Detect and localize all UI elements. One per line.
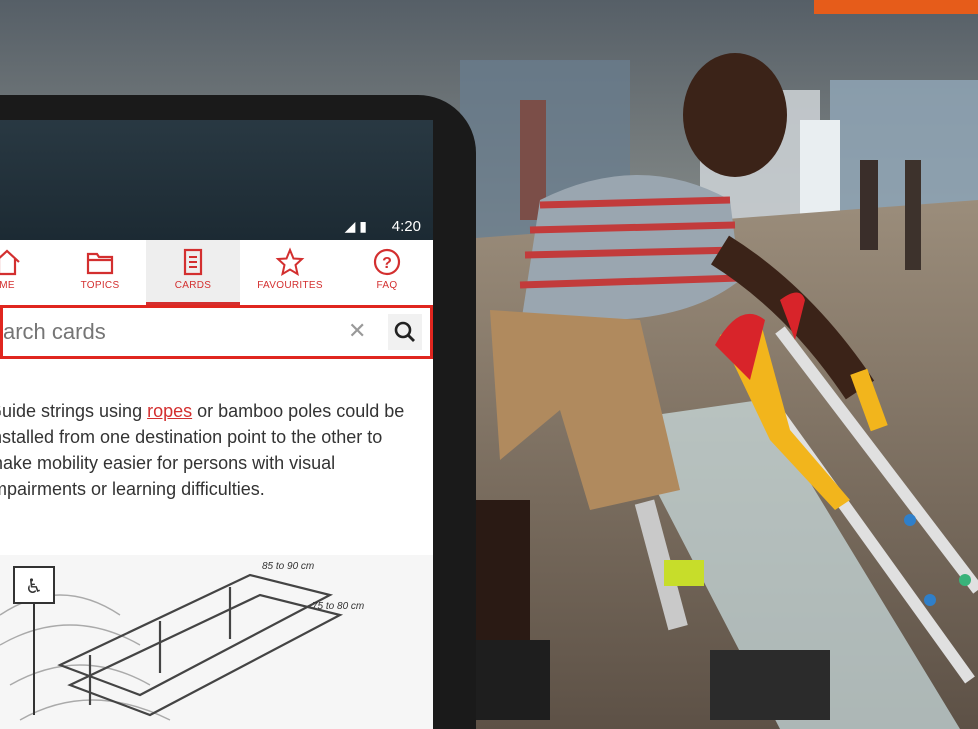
tab-home-label: ME xyxy=(0,280,15,291)
search-bar: ✕ xyxy=(0,305,433,359)
status-time: 4:20 xyxy=(391,218,421,235)
question-icon: ? xyxy=(373,248,401,276)
tab-favourites-label: FAVOURITES xyxy=(257,280,323,291)
card-icon xyxy=(183,248,203,276)
tab-favourites[interactable]: FAVOURITES xyxy=(240,240,340,305)
handrail-illustration: ♿ 85 to 90 cm 75 to 80 cm xyxy=(0,561,364,721)
card-text-start: Guide strings using xyxy=(0,401,148,421)
search-input[interactable] xyxy=(3,308,373,356)
folder-icon xyxy=(86,252,114,275)
dim-label-side: 75 to 80 cm xyxy=(312,601,364,612)
phone-screen: ◢ ▮ 4:20 ME TOPICS CARDS FAVOURITES ? FA… xyxy=(0,120,433,729)
search-button[interactable] xyxy=(388,314,422,350)
tab-faq[interactable]: ? FAQ xyxy=(352,240,422,305)
card-text: Guide strings using ropes or bamboo pole… xyxy=(0,398,413,502)
hero-scene: ◢ ▮ 4:20 ME TOPICS CARDS FAVOURITES ? FA… xyxy=(0,0,978,729)
signal-battery-icon: ◢ ▮ xyxy=(344,218,367,234)
svg-text:♿: ♿ xyxy=(25,574,43,598)
clear-icon[interactable]: ✕ xyxy=(348,318,366,344)
svg-text:?: ? xyxy=(382,255,392,272)
tab-cards-label: CARDS xyxy=(174,280,212,291)
tab-topics[interactable]: TOPICS xyxy=(60,240,140,305)
star-icon xyxy=(275,247,305,277)
dim-label-top: 85 to 90 cm xyxy=(262,561,314,572)
tab-bar: ME TOPICS CARDS FAVOURITES ? FAQ xyxy=(0,240,433,306)
tab-faq-label: FAQ xyxy=(376,280,398,291)
tab-cards[interactable]: CARDS xyxy=(146,240,240,305)
home-icon xyxy=(0,249,20,276)
search-icon xyxy=(394,321,415,342)
tab-topics-label: TOPICS xyxy=(80,280,120,291)
tab-home[interactable]: ME xyxy=(0,240,42,305)
accent-bar xyxy=(814,0,978,14)
status-bar: ◢ ▮ 4:20 xyxy=(0,120,433,240)
ropes-link[interactable]: ropes xyxy=(147,401,192,421)
handrail-diagram: ♿ 85 to 90 cm 75 to 80 cm xyxy=(0,555,433,729)
